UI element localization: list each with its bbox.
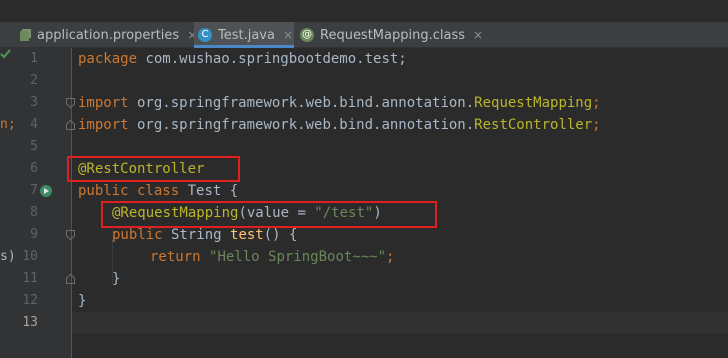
java-class-icon: C bbox=[198, 28, 212, 42]
code-line-10[interactable]: return "Hello SpringBoot~~~"; bbox=[150, 246, 394, 268]
current-line-highlight bbox=[72, 312, 728, 334]
line-number: 9 bbox=[30, 227, 38, 242]
line-number: 4 bbox=[30, 117, 38, 132]
line-number: 2 bbox=[30, 73, 38, 88]
tab-requestmapping-class[interactable]: @ RequestMapping.class × bbox=[298, 22, 483, 48]
code-line-7[interactable]: public class Test { bbox=[78, 180, 238, 202]
import-class: RequestMapping bbox=[474, 95, 593, 111]
keyword: public class bbox=[78, 183, 180, 199]
keyword: import bbox=[78, 95, 129, 111]
code-line-12[interactable]: } bbox=[78, 290, 86, 312]
tab-label: Test.java bbox=[218, 27, 275, 43]
semicolon: ; bbox=[592, 117, 601, 133]
highlight-box-restcontroller bbox=[67, 156, 240, 182]
line-number: 13 bbox=[22, 315, 38, 330]
line-number: 7 bbox=[30, 183, 38, 198]
import-class: RestController bbox=[474, 117, 593, 133]
return-type: String bbox=[162, 227, 231, 243]
line-number: 12 bbox=[22, 293, 38, 308]
line-number: 11 bbox=[22, 271, 38, 286]
tab-test-java[interactable]: C Test.java × bbox=[194, 22, 294, 48]
semicolon: ; bbox=[386, 249, 395, 265]
line-number: 1 bbox=[30, 51, 38, 66]
line-number: 3 bbox=[30, 95, 38, 110]
fold-marker-icon[interactable] bbox=[66, 120, 75, 130]
tab-label: RequestMapping.class bbox=[320, 27, 465, 43]
editor-tab-bar: application.properties × C Test.java × @… bbox=[0, 22, 728, 48]
code-line-11[interactable]: } bbox=[112, 268, 120, 290]
fold-marker-icon[interactable] bbox=[66, 230, 75, 240]
properties-file-icon bbox=[20, 29, 31, 41]
import-package: org.springframework.web.bind.annotation. bbox=[128, 117, 475, 133]
string-literal: "Hello SpringBoot~~~" bbox=[209, 249, 387, 265]
keyword: package bbox=[78, 51, 138, 67]
line-number: 6 bbox=[30, 161, 38, 176]
keyword: public bbox=[112, 227, 163, 243]
close-icon[interactable]: × bbox=[473, 28, 483, 42]
run-class-icon[interactable] bbox=[39, 184, 53, 198]
fold-marker-icon[interactable] bbox=[66, 98, 75, 108]
annotation-class-icon: @ bbox=[300, 28, 314, 42]
line-number: 5 bbox=[30, 139, 38, 154]
fold-marker-icon[interactable] bbox=[66, 274, 75, 284]
keyword: import bbox=[78, 117, 129, 133]
line-number: 8 bbox=[30, 205, 38, 220]
code-line-1[interactable]: package com.wushao.springbootdemo.test; bbox=[78, 48, 407, 70]
method-params: () { bbox=[263, 227, 298, 243]
code-line-3[interactable]: import org.springframework.web.bind.anno… bbox=[78, 92, 601, 114]
tab-application-properties[interactable]: application.properties × bbox=[18, 22, 197, 48]
semicolon: ; bbox=[592, 95, 601, 111]
highlight-box-requestmapping bbox=[101, 201, 437, 228]
line-number: 10 bbox=[22, 249, 38, 264]
tab-label: application.properties bbox=[37, 27, 180, 43]
keyword: return bbox=[150, 249, 201, 265]
import-package: org.springframework.web.bind.annotation. bbox=[128, 95, 475, 111]
code-line-4[interactable]: import org.springframework.web.bind.anno… bbox=[78, 114, 601, 136]
package-name: com.wushao.springbootdemo.test; bbox=[137, 51, 407, 67]
method-name: test bbox=[230, 227, 264, 243]
close-icon[interactable]: × bbox=[283, 28, 293, 42]
class-declaration: Test { bbox=[179, 183, 239, 199]
